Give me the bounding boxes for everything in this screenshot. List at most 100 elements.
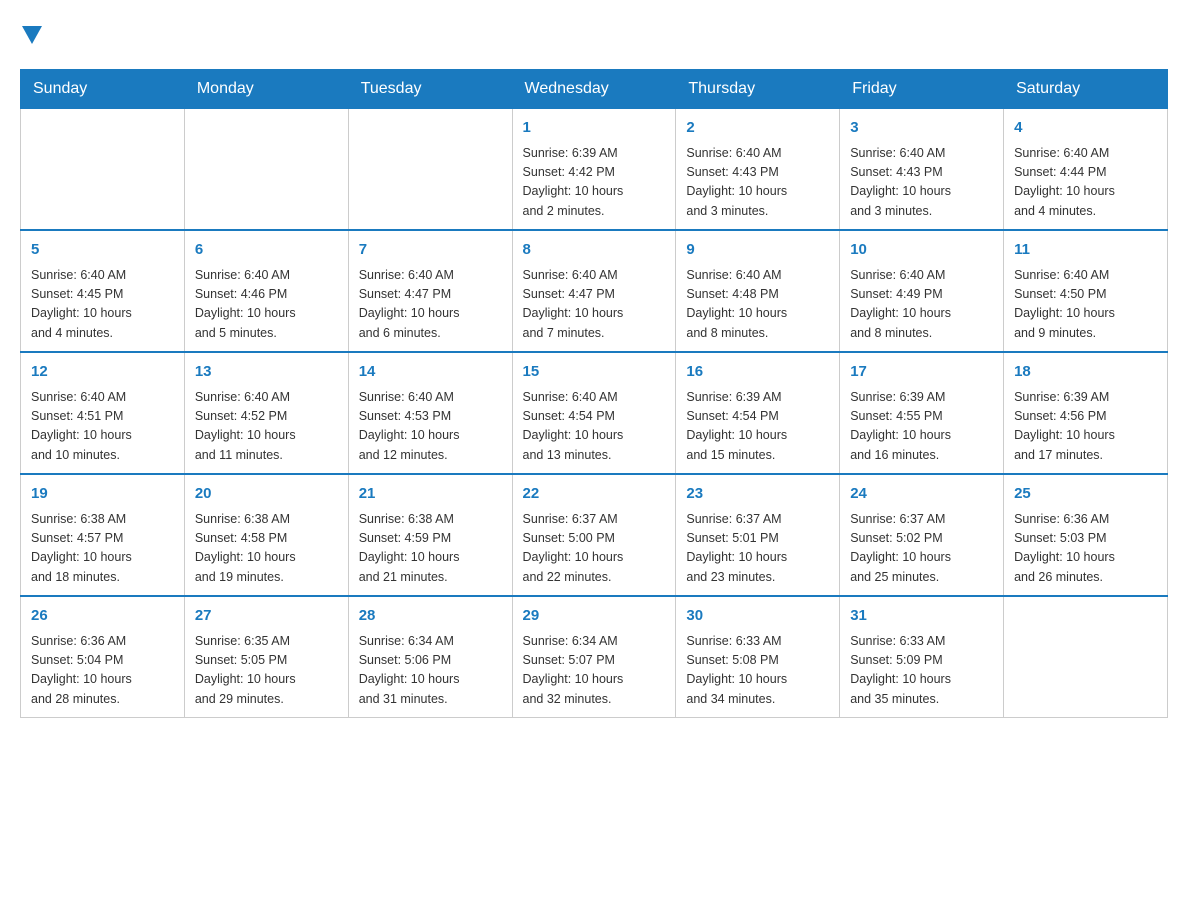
day-info: Sunrise: 6:33 AMSunset: 5:08 PMDaylight:…: [686, 632, 829, 710]
day-number: 31: [850, 605, 993, 628]
calendar-cell: 31Sunrise: 6:33 AMSunset: 5:09 PMDayligh…: [840, 596, 1004, 718]
day-info: Sunrise: 6:40 AMSunset: 4:47 PMDaylight:…: [359, 266, 502, 344]
calendar-cell: 25Sunrise: 6:36 AMSunset: 5:03 PMDayligh…: [1004, 474, 1168, 596]
day-info: Sunrise: 6:40 AMSunset: 4:44 PMDaylight:…: [1014, 144, 1157, 222]
day-number: 25: [1014, 483, 1157, 506]
calendar-cell: [21, 109, 185, 231]
calendar-cell: 22Sunrise: 6:37 AMSunset: 5:00 PMDayligh…: [512, 474, 676, 596]
calendar-header-row: SundayMondayTuesdayWednesdayThursdayFrid…: [21, 70, 1168, 109]
day-number: 6: [195, 239, 338, 262]
calendar-cell: [184, 109, 348, 231]
day-number: 29: [523, 605, 666, 628]
day-number: 24: [850, 483, 993, 506]
calendar-cell: 14 Sunrise: 6:40 AMSunset: 4:53 PMDayligh…: [348, 352, 512, 474]
day-number: 1: [523, 117, 666, 140]
calendar-cell: 19 Sunrise: 6:38 AMSunset: 4:57 PMDayligh…: [21, 474, 185, 596]
day-number: 12: [31, 361, 174, 384]
day-number: 9: [686, 239, 829, 262]
calendar-cell: 4 Sunrise: 6:40 AMSunset: 4:44 PMDaylight…: [1004, 109, 1168, 231]
calendar-cell: 13 Sunrise: 6:40 AMSunset: 4:52 PMDayligh…: [184, 352, 348, 474]
calendar-cell: 5Sunrise: 6:40 AMSunset: 4:45 PMDaylight…: [21, 230, 185, 352]
day-info: Sunrise: 6:39 AMSunset: 4:55 PMDaylight:…: [850, 388, 993, 466]
calendar-cell: 27 Sunrise: 6:35 AMSunset: 5:05 PMDayligh…: [184, 596, 348, 718]
day-info: Sunrise: 6:40 AMSunset: 4:54 PMDaylight:…: [523, 388, 666, 466]
day-number: 16: [686, 361, 829, 384]
calendar-cell: 9Sunrise: 6:40 AMSunset: 4:48 PMDaylight…: [676, 230, 840, 352]
calendar-header-saturday: Saturday: [1004, 70, 1168, 109]
day-info: Sunrise: 6:40 AMSunset: 4:46 PMDaylight:…: [195, 266, 338, 344]
calendar-cell: 11 Sunrise: 6:40 AMSunset: 4:50 PMDayligh…: [1004, 230, 1168, 352]
calendar-week-1: 1 Sunrise: 6:39 AMSunset: 4:42 PMDaylight…: [21, 109, 1168, 231]
day-number: 21: [359, 483, 502, 506]
day-number: 19: [31, 483, 174, 506]
calendar-header-wednesday: Wednesday: [512, 70, 676, 109]
day-info: Sunrise: 6:34 AMSunset: 5:07 PMDaylight:…: [523, 632, 666, 710]
day-number: 17: [850, 361, 993, 384]
calendar-table: SundayMondayTuesdayWednesdayThursdayFrid…: [20, 69, 1168, 718]
calendar-cell: 10 Sunrise: 6:40 AMSunset: 4:49 PMDayligh…: [840, 230, 1004, 352]
day-number: 14: [359, 361, 502, 384]
day-number: 13: [195, 361, 338, 384]
day-info: Sunrise: 6:40 AMSunset: 4:43 PMDaylight:…: [850, 144, 993, 222]
day-info: Sunrise: 6:40 AMSunset: 4:49 PMDaylight:…: [850, 266, 993, 344]
page-header: [20, 20, 1168, 49]
calendar-cell: 6 Sunrise: 6:40 AMSunset: 4:46 PMDaylight…: [184, 230, 348, 352]
day-info: Sunrise: 6:40 AMSunset: 4:51 PMDaylight:…: [31, 388, 174, 466]
calendar-cell: 29 Sunrise: 6:34 AMSunset: 5:07 PMDayligh…: [512, 596, 676, 718]
day-number: 15: [523, 361, 666, 384]
calendar-week-5: 26 Sunrise: 6:36 AMSunset: 5:04 PMDayligh…: [21, 596, 1168, 718]
day-info: Sunrise: 6:35 AMSunset: 5:05 PMDaylight:…: [195, 632, 338, 710]
calendar-cell: 17 Sunrise: 6:39 AMSunset: 4:55 PMDayligh…: [840, 352, 1004, 474]
calendar-cell: 24 Sunrise: 6:37 AMSunset: 5:02 PMDayligh…: [840, 474, 1004, 596]
day-number: 5: [31, 239, 174, 262]
day-info: Sunrise: 6:39 AMSunset: 4:56 PMDaylight:…: [1014, 388, 1157, 466]
day-number: 2: [686, 117, 829, 140]
day-number: 18: [1014, 361, 1157, 384]
day-number: 3: [850, 117, 993, 140]
calendar-header-friday: Friday: [840, 70, 1004, 109]
day-info: Sunrise: 6:38 AMSunset: 4:57 PMDaylight:…: [31, 510, 174, 588]
calendar-cell: [1004, 596, 1168, 718]
day-info: Sunrise: 6:40 AMSunset: 4:53 PMDaylight:…: [359, 388, 502, 466]
calendar-cell: 15 Sunrise: 6:40 AMSunset: 4:54 PMDayligh…: [512, 352, 676, 474]
calendar-header-tuesday: Tuesday: [348, 70, 512, 109]
day-info: Sunrise: 6:40 AMSunset: 4:50 PMDaylight:…: [1014, 266, 1157, 344]
day-info: Sunrise: 6:40 AMSunset: 4:52 PMDaylight:…: [195, 388, 338, 466]
day-number: 20: [195, 483, 338, 506]
day-number: 27: [195, 605, 338, 628]
day-number: 8: [523, 239, 666, 262]
day-number: 4: [1014, 117, 1157, 140]
calendar-week-3: 12 Sunrise: 6:40 AMSunset: 4:51 PMDayligh…: [21, 352, 1168, 474]
day-info: Sunrise: 6:36 AMSunset: 5:04 PMDaylight:…: [31, 632, 174, 710]
day-number: 10: [850, 239, 993, 262]
calendar-cell: 30Sunrise: 6:33 AMSunset: 5:08 PMDayligh…: [676, 596, 840, 718]
calendar-cell: 8 Sunrise: 6:40 AMSunset: 4:47 PMDaylight…: [512, 230, 676, 352]
calendar-cell: 23 Sunrise: 6:37 AMSunset: 5:01 PMDayligh…: [676, 474, 840, 596]
day-number: 11: [1014, 239, 1157, 262]
logo-triangle-icon: [22, 26, 42, 44]
calendar-cell: [348, 109, 512, 231]
calendar-cell: 3 Sunrise: 6:40 AMSunset: 4:43 PMDaylight…: [840, 109, 1004, 231]
calendar-cell: 26 Sunrise: 6:36 AMSunset: 5:04 PMDayligh…: [21, 596, 185, 718]
calendar-week-4: 19 Sunrise: 6:38 AMSunset: 4:57 PMDayligh…: [21, 474, 1168, 596]
day-info: Sunrise: 6:39 AMSunset: 4:42 PMDaylight:…: [523, 144, 666, 222]
day-info: Sunrise: 6:40 AMSunset: 4:47 PMDaylight:…: [523, 266, 666, 344]
calendar-cell: 16 Sunrise: 6:39 AMSunset: 4:54 PMDayligh…: [676, 352, 840, 474]
calendar-week-2: 5Sunrise: 6:40 AMSunset: 4:45 PMDaylight…: [21, 230, 1168, 352]
day-number: 26: [31, 605, 174, 628]
day-info: Sunrise: 6:39 AMSunset: 4:54 PMDaylight:…: [686, 388, 829, 466]
calendar-cell: 7Sunrise: 6:40 AMSunset: 4:47 PMDaylight…: [348, 230, 512, 352]
calendar-header-sunday: Sunday: [21, 70, 185, 109]
calendar-cell: 1 Sunrise: 6:39 AMSunset: 4:42 PMDaylight…: [512, 109, 676, 231]
calendar-header-monday: Monday: [184, 70, 348, 109]
day-number: 22: [523, 483, 666, 506]
day-info: Sunrise: 6:37 AMSunset: 5:02 PMDaylight:…: [850, 510, 993, 588]
calendar-cell: 12 Sunrise: 6:40 AMSunset: 4:51 PMDayligh…: [21, 352, 185, 474]
day-number: 23: [686, 483, 829, 506]
day-info: Sunrise: 6:37 AMSunset: 5:01 PMDaylight:…: [686, 510, 829, 588]
day-info: Sunrise: 6:38 AMSunset: 4:59 PMDaylight:…: [359, 510, 502, 588]
calendar-cell: 2Sunrise: 6:40 AMSunset: 4:43 PMDaylight…: [676, 109, 840, 231]
day-number: 28: [359, 605, 502, 628]
day-info: Sunrise: 6:34 AMSunset: 5:06 PMDaylight:…: [359, 632, 502, 710]
day-info: Sunrise: 6:38 AMSunset: 4:58 PMDaylight:…: [195, 510, 338, 588]
